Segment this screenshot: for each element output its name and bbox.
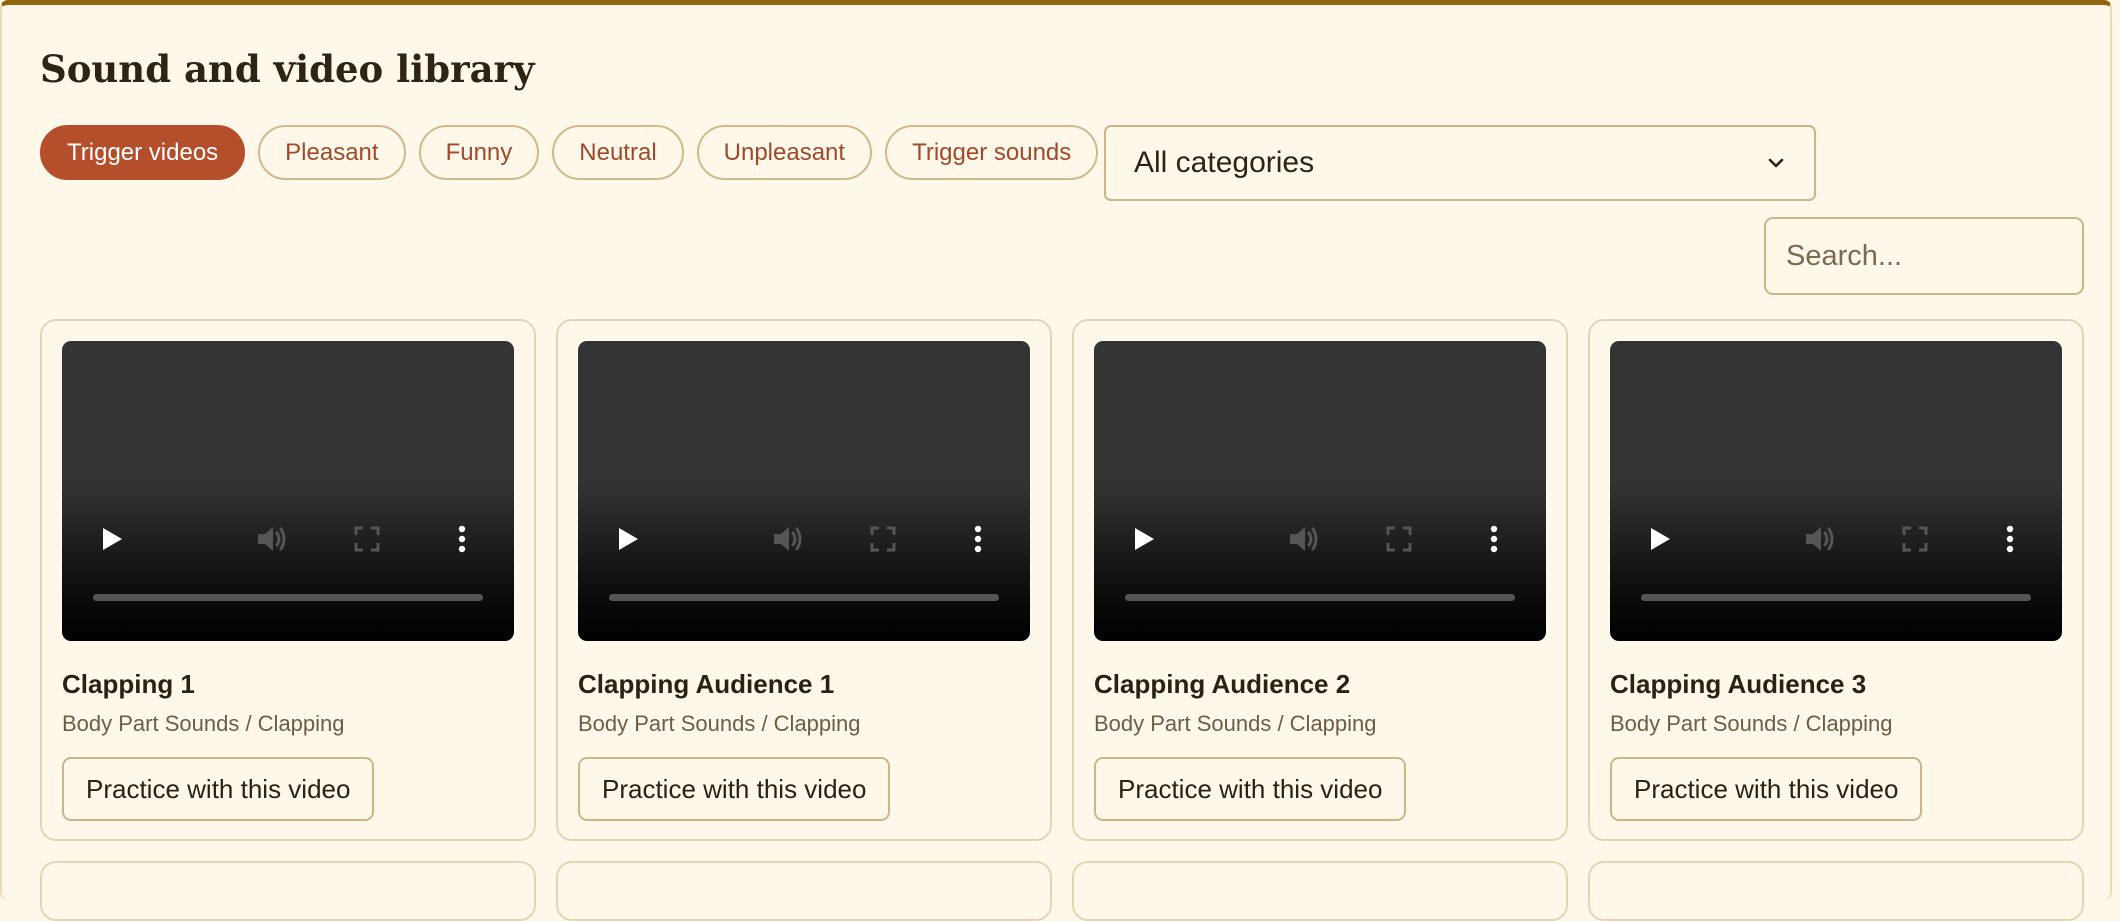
volume-icon[interactable] [1800, 519, 1840, 559]
video-card [556, 861, 1052, 921]
chevron-down-icon [1768, 158, 1784, 168]
more-vertical-icon[interactable] [958, 519, 998, 559]
video-player[interactable] [62, 341, 514, 641]
play-icon[interactable] [1124, 519, 1164, 559]
practice-button[interactable]: Practice with this video [62, 757, 375, 821]
fullscreen-icon[interactable] [347, 519, 387, 559]
practice-button[interactable]: Practice with this video [1610, 757, 1923, 821]
video-card: Clapping Audience 3 Body Part Sounds / C… [1588, 319, 2084, 841]
card-title: Clapping Audience 1 [578, 669, 835, 699]
play-icon[interactable] [608, 519, 648, 559]
video-card [40, 861, 536, 921]
progress-bar[interactable] [1641, 594, 2031, 601]
video-card [1072, 861, 1568, 921]
more-vertical-icon[interactable] [442, 519, 482, 559]
more-vertical-icon[interactable] [1474, 519, 1514, 559]
play-icon[interactable] [1640, 519, 1680, 559]
fullscreen-icon[interactable] [1895, 519, 1935, 559]
page-title: Sound and video library [40, 47, 535, 91]
volume-icon[interactable] [1284, 519, 1324, 559]
video-player[interactable] [578, 341, 1030, 641]
video-player[interactable] [1610, 341, 2062, 641]
play-icon[interactable] [92, 519, 132, 559]
progress-bar[interactable] [93, 594, 483, 601]
category-select[interactable]: All categories [1104, 125, 1816, 201]
video-card [1588, 861, 2084, 921]
search-input[interactable] [1764, 217, 2084, 295]
practice-button[interactable]: Practice with this video [1094, 757, 1407, 821]
practice-button[interactable]: Practice with this video [578, 757, 891, 821]
card-category: Body Part Sounds / Clapping [578, 711, 861, 736]
category-select-value: All categories [1134, 146, 1315, 179]
tab-trigger-sounds[interactable]: Trigger sounds [885, 125, 1099, 180]
video-card: Clapping 1 Body Part Sounds / Clapping P… [40, 319, 536, 841]
fullscreen-icon[interactable] [1379, 519, 1419, 559]
volume-icon[interactable] [768, 519, 808, 559]
volume-icon[interactable] [252, 519, 292, 559]
library-panel: Sound and video library Trigger videos P… [0, 0, 2112, 921]
more-vertical-icon[interactable] [1990, 519, 2030, 559]
tab-pleasant[interactable]: Pleasant [258, 125, 406, 180]
video-player[interactable] [1094, 341, 1546, 641]
tab-funny[interactable]: Funny [418, 125, 540, 180]
card-title: Clapping 1 [62, 669, 195, 699]
card-category: Body Part Sounds / Clapping [1094, 711, 1377, 736]
tab-neutral[interactable]: Neutral [552, 125, 684, 180]
card-title: Clapping Audience 2 [1094, 669, 1351, 699]
card-title: Clapping Audience 3 [1610, 669, 1867, 699]
video-card: Clapping Audience 1 Body Part Sounds / C… [556, 319, 1052, 841]
card-category: Body Part Sounds / Clapping [62, 711, 345, 736]
progress-bar[interactable] [609, 594, 999, 601]
fullscreen-icon[interactable] [863, 519, 903, 559]
video-card: Clapping Audience 2 Body Part Sounds / C… [1072, 319, 1568, 841]
tab-trigger-videos[interactable]: Trigger videos [40, 125, 246, 180]
card-category: Body Part Sounds / Clapping [1610, 711, 1893, 736]
category-tabs: Trigger videos Pleasant Funny Neutral Un… [40, 125, 1099, 180]
tab-unpleasant[interactable]: Unpleasant [696, 125, 873, 180]
progress-bar[interactable] [1125, 594, 1515, 601]
